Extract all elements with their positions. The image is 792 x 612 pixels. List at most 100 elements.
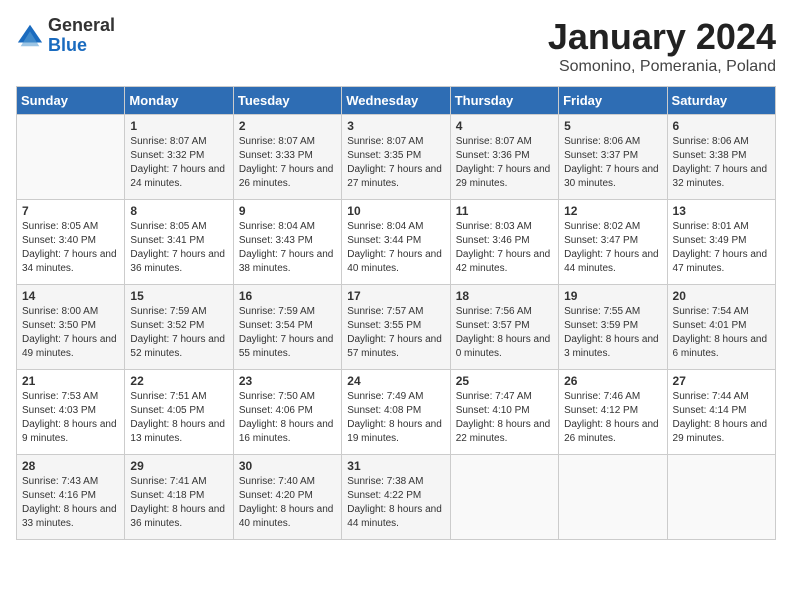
calendar-cell: 15 Sunrise: 7:59 AM Sunset: 3:52 PM Dayl… bbox=[125, 285, 233, 370]
day-number: 11 bbox=[456, 204, 553, 218]
calendar-header-row: Sunday Monday Tuesday Wednesday Thursday… bbox=[17, 87, 776, 115]
calendar-cell bbox=[17, 115, 125, 200]
day-number: 3 bbox=[347, 119, 444, 133]
logo: General Blue bbox=[16, 16, 115, 56]
day-number: 25 bbox=[456, 374, 553, 388]
calendar-cell bbox=[450, 455, 558, 540]
day-number: 19 bbox=[564, 289, 661, 303]
cell-info: Sunrise: 8:02 AM Sunset: 3:47 PM Dayligh… bbox=[564, 220, 661, 276]
cell-info: Sunrise: 7:55 AM Sunset: 3:59 PM Dayligh… bbox=[564, 305, 661, 361]
calendar-week-4: 21 Sunrise: 7:53 AM Sunset: 4:03 PM Dayl… bbox=[17, 370, 776, 455]
cell-info: Sunrise: 8:05 AM Sunset: 3:40 PM Dayligh… bbox=[22, 220, 119, 276]
logo-blue-text: Blue bbox=[48, 36, 115, 56]
calendar-cell: 2 Sunrise: 8:07 AM Sunset: 3:33 PM Dayli… bbox=[233, 115, 341, 200]
calendar-cell: 19 Sunrise: 7:55 AM Sunset: 3:59 PM Dayl… bbox=[559, 285, 667, 370]
calendar-cell: 6 Sunrise: 8:06 AM Sunset: 3:38 PM Dayli… bbox=[667, 115, 775, 200]
calendar-title: January 2024 bbox=[548, 16, 776, 58]
cell-info: Sunrise: 7:49 AM Sunset: 4:08 PM Dayligh… bbox=[347, 390, 444, 446]
calendar-cell bbox=[559, 455, 667, 540]
header-thursday: Thursday bbox=[450, 87, 558, 115]
cell-info: Sunrise: 8:04 AM Sunset: 3:43 PM Dayligh… bbox=[239, 220, 336, 276]
day-number: 20 bbox=[673, 289, 770, 303]
day-number: 23 bbox=[239, 374, 336, 388]
calendar-cell: 31 Sunrise: 7:38 AM Sunset: 4:22 PM Dayl… bbox=[342, 455, 450, 540]
calendar-cell: 26 Sunrise: 7:46 AM Sunset: 4:12 PM Dayl… bbox=[559, 370, 667, 455]
day-number: 30 bbox=[239, 459, 336, 473]
calendar-cell: 3 Sunrise: 8:07 AM Sunset: 3:35 PM Dayli… bbox=[342, 115, 450, 200]
cell-info: Sunrise: 7:44 AM Sunset: 4:14 PM Dayligh… bbox=[673, 390, 770, 446]
cell-info: Sunrise: 7:46 AM Sunset: 4:12 PM Dayligh… bbox=[564, 390, 661, 446]
day-number: 4 bbox=[456, 119, 553, 133]
cell-info: Sunrise: 7:50 AM Sunset: 4:06 PM Dayligh… bbox=[239, 390, 336, 446]
calendar-cell: 18 Sunrise: 7:56 AM Sunset: 3:57 PM Dayl… bbox=[450, 285, 558, 370]
day-number: 6 bbox=[673, 119, 770, 133]
calendar-cell: 27 Sunrise: 7:44 AM Sunset: 4:14 PM Dayl… bbox=[667, 370, 775, 455]
cell-info: Sunrise: 7:51 AM Sunset: 4:05 PM Dayligh… bbox=[130, 390, 227, 446]
day-number: 14 bbox=[22, 289, 119, 303]
day-number: 7 bbox=[22, 204, 119, 218]
cell-info: Sunrise: 7:56 AM Sunset: 3:57 PM Dayligh… bbox=[456, 305, 553, 361]
calendar-cell: 5 Sunrise: 8:06 AM Sunset: 3:37 PM Dayli… bbox=[559, 115, 667, 200]
day-number: 28 bbox=[22, 459, 119, 473]
day-number: 5 bbox=[564, 119, 661, 133]
header-friday: Friday bbox=[559, 87, 667, 115]
cell-info: Sunrise: 7:53 AM Sunset: 4:03 PM Dayligh… bbox=[22, 390, 119, 446]
header-tuesday: Tuesday bbox=[233, 87, 341, 115]
cell-info: Sunrise: 7:57 AM Sunset: 3:55 PM Dayligh… bbox=[347, 305, 444, 361]
calendar-cell: 17 Sunrise: 7:57 AM Sunset: 3:55 PM Dayl… bbox=[342, 285, 450, 370]
calendar-cell: 10 Sunrise: 8:04 AM Sunset: 3:44 PM Dayl… bbox=[342, 200, 450, 285]
day-number: 10 bbox=[347, 204, 444, 218]
day-number: 22 bbox=[130, 374, 227, 388]
day-number: 15 bbox=[130, 289, 227, 303]
calendar-cell: 29 Sunrise: 7:41 AM Sunset: 4:18 PM Dayl… bbox=[125, 455, 233, 540]
logo-general-text: General bbox=[48, 16, 115, 36]
cell-info: Sunrise: 8:06 AM Sunset: 3:37 PM Dayligh… bbox=[564, 135, 661, 191]
calendar-cell: 20 Sunrise: 7:54 AM Sunset: 4:01 PM Dayl… bbox=[667, 285, 775, 370]
calendar-week-1: 1 Sunrise: 8:07 AM Sunset: 3:32 PM Dayli… bbox=[17, 115, 776, 200]
calendar-cell: 16 Sunrise: 7:59 AM Sunset: 3:54 PM Dayl… bbox=[233, 285, 341, 370]
cell-info: Sunrise: 7:59 AM Sunset: 3:54 PM Dayligh… bbox=[239, 305, 336, 361]
calendar-cell: 13 Sunrise: 8:01 AM Sunset: 3:49 PM Dayl… bbox=[667, 200, 775, 285]
day-number: 31 bbox=[347, 459, 444, 473]
cell-info: Sunrise: 7:47 AM Sunset: 4:10 PM Dayligh… bbox=[456, 390, 553, 446]
cell-info: Sunrise: 8:04 AM Sunset: 3:44 PM Dayligh… bbox=[347, 220, 444, 276]
day-number: 29 bbox=[130, 459, 227, 473]
day-number: 26 bbox=[564, 374, 661, 388]
calendar-table: Sunday Monday Tuesday Wednesday Thursday… bbox=[16, 86, 776, 540]
cell-info: Sunrise: 8:07 AM Sunset: 3:36 PM Dayligh… bbox=[456, 135, 553, 191]
cell-info: Sunrise: 8:05 AM Sunset: 3:41 PM Dayligh… bbox=[130, 220, 227, 276]
header-monday: Monday bbox=[125, 87, 233, 115]
cell-info: Sunrise: 8:06 AM Sunset: 3:38 PM Dayligh… bbox=[673, 135, 770, 191]
cell-info: Sunrise: 7:54 AM Sunset: 4:01 PM Dayligh… bbox=[673, 305, 770, 361]
cell-info: Sunrise: 8:07 AM Sunset: 3:35 PM Dayligh… bbox=[347, 135, 444, 191]
calendar-cell: 30 Sunrise: 7:40 AM Sunset: 4:20 PM Dayl… bbox=[233, 455, 341, 540]
calendar-cell: 7 Sunrise: 8:05 AM Sunset: 3:40 PM Dayli… bbox=[17, 200, 125, 285]
header-saturday: Saturday bbox=[667, 87, 775, 115]
header: General Blue January 2024 Somonino, Pome… bbox=[16, 16, 776, 76]
calendar-cell: 28 Sunrise: 7:43 AM Sunset: 4:16 PM Dayl… bbox=[17, 455, 125, 540]
cell-info: Sunrise: 8:07 AM Sunset: 3:33 PM Dayligh… bbox=[239, 135, 336, 191]
calendar-cell: 25 Sunrise: 7:47 AM Sunset: 4:10 PM Dayl… bbox=[450, 370, 558, 455]
day-number: 2 bbox=[239, 119, 336, 133]
day-number: 18 bbox=[456, 289, 553, 303]
calendar-subtitle: Somonino, Pomerania, Poland bbox=[548, 58, 776, 76]
cell-info: Sunrise: 8:00 AM Sunset: 3:50 PM Dayligh… bbox=[22, 305, 119, 361]
day-number: 21 bbox=[22, 374, 119, 388]
day-number: 13 bbox=[673, 204, 770, 218]
logo-icon bbox=[16, 22, 44, 50]
cell-info: Sunrise: 7:38 AM Sunset: 4:22 PM Dayligh… bbox=[347, 475, 444, 531]
cell-info: Sunrise: 7:40 AM Sunset: 4:20 PM Dayligh… bbox=[239, 475, 336, 531]
calendar-cell: 11 Sunrise: 8:03 AM Sunset: 3:46 PM Dayl… bbox=[450, 200, 558, 285]
day-number: 17 bbox=[347, 289, 444, 303]
cell-info: Sunrise: 8:03 AM Sunset: 3:46 PM Dayligh… bbox=[456, 220, 553, 276]
header-wednesday: Wednesday bbox=[342, 87, 450, 115]
title-section: January 2024 Somonino, Pomerania, Poland bbox=[548, 16, 776, 76]
day-number: 1 bbox=[130, 119, 227, 133]
calendar-cell: 9 Sunrise: 8:04 AM Sunset: 3:43 PM Dayli… bbox=[233, 200, 341, 285]
day-number: 24 bbox=[347, 374, 444, 388]
day-number: 12 bbox=[564, 204, 661, 218]
calendar-cell: 4 Sunrise: 8:07 AM Sunset: 3:36 PM Dayli… bbox=[450, 115, 558, 200]
calendar-cell: 24 Sunrise: 7:49 AM Sunset: 4:08 PM Dayl… bbox=[342, 370, 450, 455]
calendar-cell: 21 Sunrise: 7:53 AM Sunset: 4:03 PM Dayl… bbox=[17, 370, 125, 455]
cell-info: Sunrise: 8:07 AM Sunset: 3:32 PM Dayligh… bbox=[130, 135, 227, 191]
